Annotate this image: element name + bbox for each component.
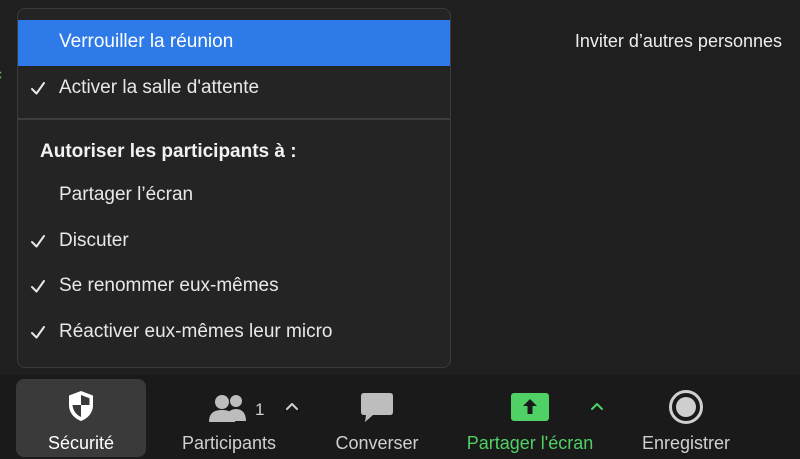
clipped-status-text: ec xyxy=(0,66,2,83)
record-icon xyxy=(669,390,703,424)
allow-participants-heading: Autoriser les participants à : xyxy=(40,141,297,162)
participants-button[interactable]: 1 Participants xyxy=(168,379,290,457)
menu-item-label: Verrouiller la réunion xyxy=(59,31,234,52)
share-options-chevron-up-icon[interactable] xyxy=(589,400,605,412)
meeting-toolbar: Sécurité 1 Participants Converser Partag… xyxy=(0,375,800,459)
menu-item-unmute-themselves[interactable]: Réactiver eux-mêmes leur micro xyxy=(18,310,450,356)
checkmark-icon xyxy=(31,280,45,293)
chat-bubble-icon xyxy=(361,393,393,422)
checkmark-icon xyxy=(31,235,45,248)
menu-item-lock-meeting[interactable]: Verrouiller la réunion xyxy=(18,20,450,66)
share-screen-button[interactable]: Partager l'écran xyxy=(452,379,608,457)
security-menu: Verrouiller la réunion Activer la salle … xyxy=(17,8,451,368)
participants-icon xyxy=(209,395,246,422)
menu-item-label: Partager l’écran xyxy=(59,184,194,205)
chat-label: Converser xyxy=(335,433,419,453)
chat-button[interactable]: Converser xyxy=(322,379,432,457)
record-label: Enregistrer xyxy=(641,433,731,453)
menu-item-waiting-room[interactable]: Activer la salle d'attente xyxy=(18,66,450,112)
menu-item-chat[interactable]: Discuter xyxy=(18,219,450,265)
menu-item-rename-themselves[interactable]: Se renommer eux-mêmes xyxy=(18,264,450,310)
security-label: Sécurité xyxy=(47,433,115,453)
checkmark-icon xyxy=(31,82,45,95)
participants-label: Participants xyxy=(181,433,277,453)
menu-item-label: Activer la salle d'attente xyxy=(59,77,260,98)
menu-item-label: Réactiver eux-mêmes leur micro xyxy=(59,321,333,342)
participants-count: 1 xyxy=(255,400,265,419)
security-button[interactable]: Sécurité xyxy=(16,379,146,457)
share-screen-icon xyxy=(511,393,549,421)
shield-icon xyxy=(69,391,93,421)
menu-item-share-screen[interactable]: Partager l’écran xyxy=(18,173,450,219)
menu-divider xyxy=(18,118,450,120)
menu-item-label: Discuter xyxy=(59,230,129,251)
share-screen-label: Partager l'écran xyxy=(466,433,594,453)
menu-item-label: Se renommer eux-mêmes xyxy=(59,275,279,296)
invite-others-link[interactable]: Inviter d’autres personnes xyxy=(575,31,782,52)
checkmark-icon xyxy=(31,326,45,339)
record-button[interactable]: Enregistrer xyxy=(630,379,742,457)
participants-chevron-up-icon[interactable] xyxy=(284,400,300,412)
